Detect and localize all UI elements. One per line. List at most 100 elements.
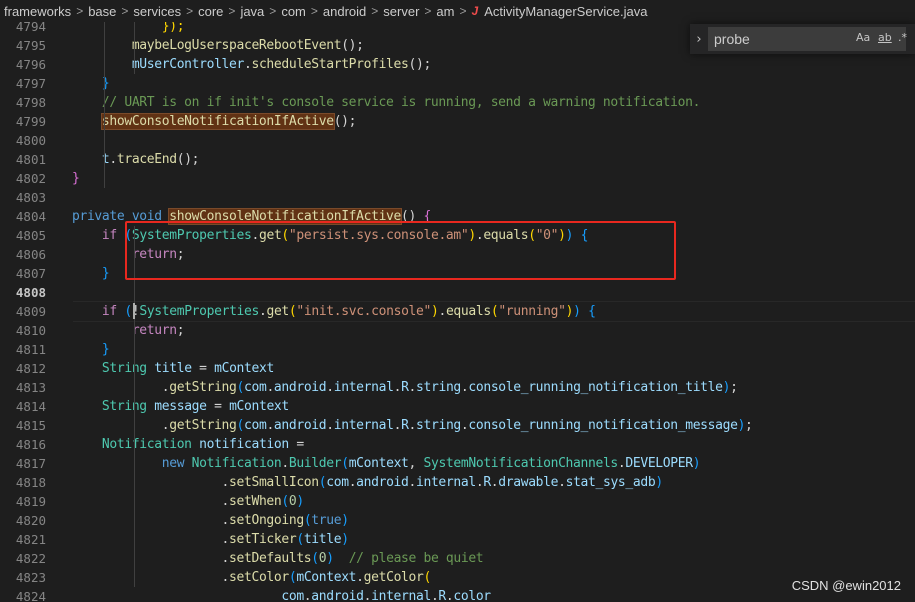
line-number: 4817 (15, 456, 46, 471)
chevron-right-icon: > (228, 4, 236, 18)
code-line[interactable]: 4808 (0, 283, 915, 302)
code-line[interactable]: 4824 com.android.internal.R.color (0, 587, 915, 602)
code-token: ) (341, 532, 349, 547)
code-line[interactable]: 4802} (0, 169, 915, 188)
regex-icon[interactable]: .* (898, 31, 907, 44)
indent-guide (134, 22, 135, 74)
code-token: new (161, 456, 185, 471)
code-line[interactable]: 4823 .setColor(mContext.getColor( (0, 568, 915, 587)
code-line[interactable]: 4799 showConsoleNotificationIfActive(); (0, 112, 915, 131)
code-token: . (281, 456, 289, 471)
line-number: 4804 (15, 209, 46, 224)
breadcrumb-item[interactable]: com (281, 4, 306, 19)
code-token: showConsoleNotificationIfActive (100, 113, 335, 130)
indent-guide (104, 22, 105, 188)
code-line[interactable]: 4811 } (0, 340, 915, 359)
breadcrumb-item[interactable]: base (88, 4, 116, 19)
breadcrumb-file[interactable]: ActivityManagerService.java (484, 4, 647, 19)
whole-word-icon[interactable]: ab (878, 31, 892, 44)
find-widget[interactable]: › probe Aa ab .* (690, 24, 915, 54)
code-token: Notification (101, 437, 192, 452)
line-number: 4824 (15, 589, 46, 602)
breadcrumb-item[interactable]: am (436, 4, 454, 19)
code-line[interactable]: 4798 // UART is on if init's console ser… (0, 93, 915, 112)
code-line[interactable]: 4820 .setOngoing(true) (0, 511, 915, 530)
code-token: SystemNotificationChannels (423, 456, 619, 471)
line-number: 4796 (15, 57, 46, 72)
breadcrumb-item[interactable]: core (198, 4, 223, 19)
breadcrumb-item[interactable]: android (323, 4, 366, 19)
find-query: probe (714, 31, 750, 47)
code-text: mUserController.scheduleStartProfiles(); (72, 55, 431, 74)
line-number: 4820 (15, 513, 46, 528)
line-number: 4806 (15, 247, 46, 262)
match-case-icon[interactable]: Aa (856, 31, 870, 44)
code-token: ( (124, 304, 132, 319)
line-number: 4795 (15, 38, 46, 53)
code-token: "init.svc.console" (296, 304, 431, 319)
code-line[interactable]: 4797 } (0, 74, 915, 93)
code-line[interactable]: 4818 .setSmallIcon(com.android.internal.… (0, 473, 915, 492)
code-line[interactable]: 4810 return; (0, 321, 915, 340)
line-number: 4805 (15, 228, 46, 243)
code-line[interactable]: 4801 t.traceEnd(); (0, 150, 915, 169)
code-token: (); (333, 114, 357, 129)
code-line[interactable]: 4796 mUserController.scheduleStartProfil… (0, 55, 915, 74)
code-line[interactable]: 4813 .getString(com.android.internal.R.s… (0, 378, 915, 397)
code-token: setDefaults (229, 551, 312, 566)
find-input[interactable]: probe Aa ab .* (708, 27, 907, 51)
code-text: .setOngoing(true) (72, 511, 350, 530)
code-text: .setColor(mContext.getColor( (72, 568, 432, 587)
code-line[interactable]: 4822 .setDefaults(0) // please be quiet (0, 549, 915, 568)
code-line[interactable]: 4821 .setTicker(title) (0, 530, 915, 549)
line-number: 4803 (15, 190, 46, 205)
code-token: = (206, 399, 230, 414)
code-token: ( (296, 532, 304, 547)
code-line[interactable]: 4819 .setWhen(0) (0, 492, 915, 511)
code-token: ) (692, 456, 701, 471)
line-number: 4794 (15, 22, 46, 34)
chevron-right-icon[interactable]: › (690, 32, 708, 47)
code-token: (); (176, 152, 200, 167)
code-line[interactable]: 4816 Notification notification = (0, 435, 915, 454)
code-line[interactable]: 4800 (0, 131, 915, 150)
code-line[interactable]: 4814 String message = mContext (0, 397, 915, 416)
code-token: . (266, 418, 274, 433)
breadcrumb-item[interactable]: services (133, 4, 181, 19)
code-token: (); (408, 57, 431, 72)
line-number: 4821 (15, 532, 46, 547)
breadcrumb-item[interactable]: java (240, 4, 264, 19)
code-token: ( (281, 494, 289, 509)
code-line[interactable]: 4817 new Notification.Builder(mContext, … (0, 454, 915, 473)
breadcrumb-item[interactable]: server (383, 4, 419, 19)
code-line[interactable]: 4809 if (!SystemProperties.get("init.svc… (0, 302, 915, 321)
code-line[interactable]: 4812 String title = mContext (0, 359, 915, 378)
code-token: = (288, 437, 304, 452)
code-line[interactable]: 4803 (0, 188, 915, 207)
code-token: mContext (348, 456, 409, 471)
code-editor[interactable]: 4794 }); 4795 maybeLogUserspaceRebootEven… (0, 22, 915, 602)
code-token: setTicker (229, 532, 297, 547)
breadcrumb-item[interactable]: frameworks (4, 4, 71, 19)
code-token: setSmallIcon (229, 475, 319, 490)
code-token: ) (341, 513, 349, 528)
code-token: string (416, 418, 461, 433)
code-token: DEVELOPER (625, 456, 693, 471)
code-line[interactable]: 4815 .getString(com.android.internal.R.s… (0, 416, 915, 435)
code-token: . (408, 475, 417, 490)
code-text: .setTicker(title) (72, 530, 350, 549)
code-token: . (221, 494, 230, 509)
code-token: ( (236, 380, 245, 395)
